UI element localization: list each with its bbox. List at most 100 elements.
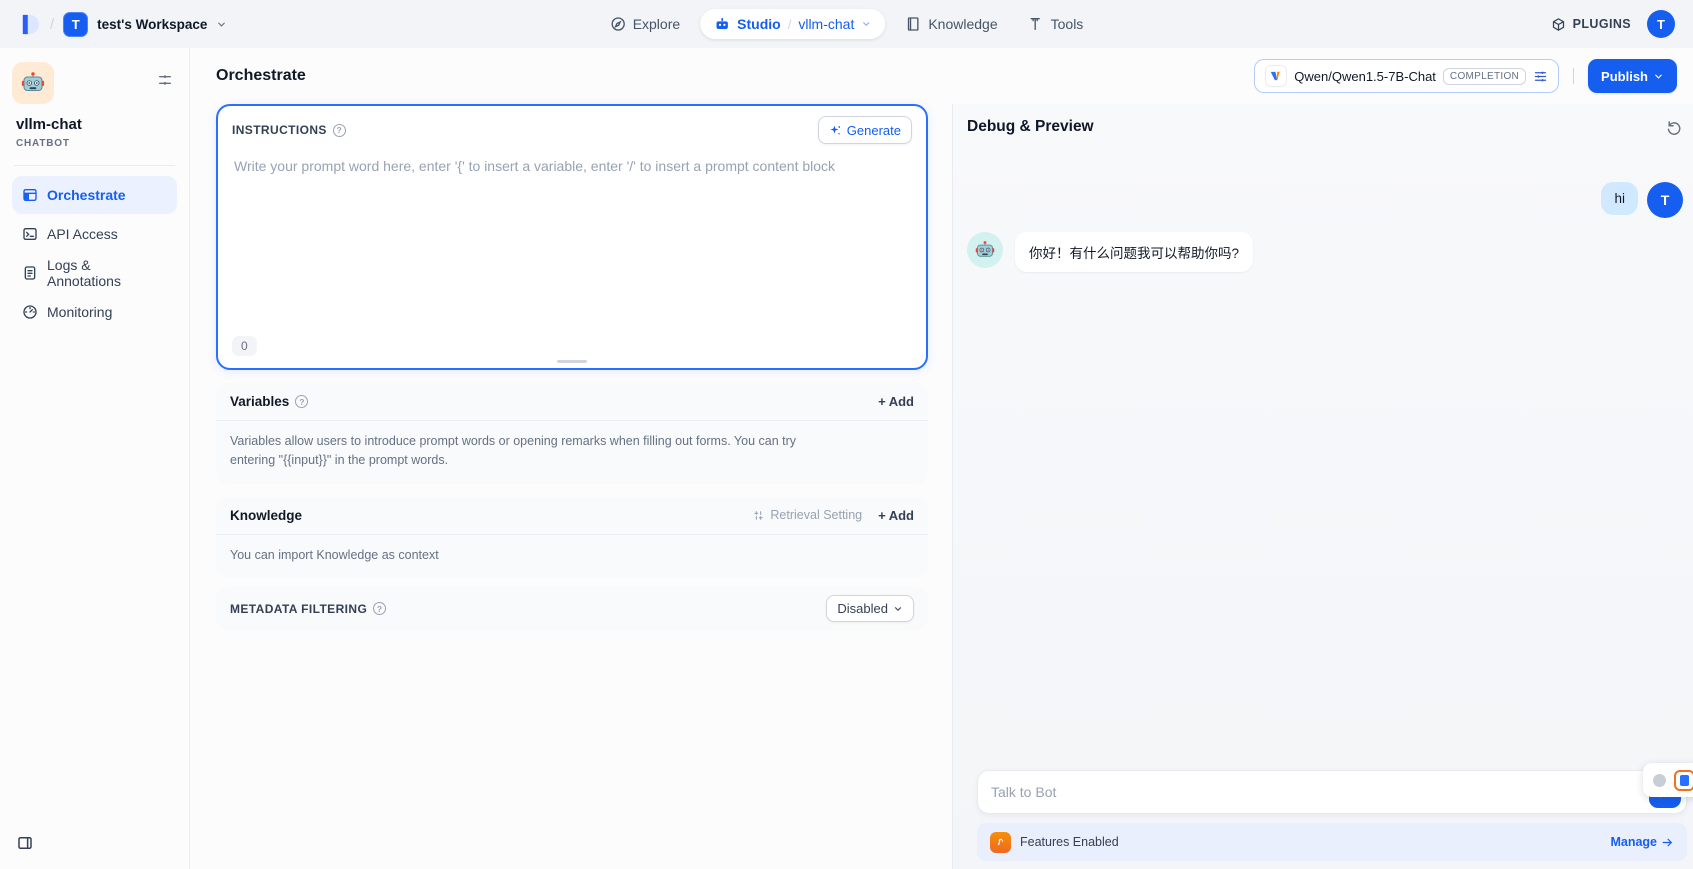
dify-logo[interactable]: [18, 13, 41, 36]
breadcrumb-separator: /: [50, 16, 54, 33]
help-icon[interactable]: [373, 602, 386, 615]
add-label: Add: [889, 394, 914, 409]
variables-title: Variables: [230, 394, 289, 409]
retrieval-setting-button[interactable]: Retrieval Setting: [752, 508, 862, 522]
chat-input[interactable]: [977, 770, 1687, 814]
model-mode-badge: COMPLETION: [1443, 68, 1526, 85]
knowledge-actions: Retrieval Setting + Add: [752, 508, 914, 523]
metadata-title-row: METADATA FILTERING: [230, 602, 386, 616]
main-nav: Explore Studio / vllm-chat Knowledge Too…: [600, 0, 1094, 48]
chat-footer: Features Enabled Manage: [953, 770, 1693, 869]
variables-header: Variables + Add: [216, 383, 928, 420]
model-config-icon[interactable]: [1533, 69, 1548, 84]
nav-studio-label: Studio: [737, 16, 781, 32]
topbar-left: / T test's Workspace: [18, 12, 227, 37]
variables-panel: Variables + Add Variables allow users to…: [216, 383, 928, 484]
chevron-down-icon[interactable]: [861, 19, 871, 29]
sidebar-item-monitoring[interactable]: Monitoring: [12, 293, 177, 331]
metadata-value: Disabled: [837, 601, 888, 616]
variables-title-row: Variables: [230, 394, 308, 409]
workspace-area: Orchestrate Qwen/Qwen1.5-7B-Chat COMPLET…: [190, 48, 1693, 869]
manage-features-link[interactable]: Manage: [1610, 835, 1674, 849]
plus-icon: +: [878, 508, 886, 523]
nav-explore-label: Explore: [633, 16, 680, 32]
app-settings-icon[interactable]: [157, 72, 173, 93]
chat-message-user: hi T: [967, 182, 1685, 218]
app-name: vllm-chat: [12, 116, 177, 133]
robot-emoji-icon: [21, 71, 45, 95]
publish-button[interactable]: Publish: [1588, 59, 1677, 93]
collapse-sidebar-icon[interactable]: [16, 834, 34, 857]
knowledge-panel: Knowledge Retrieval Setting + Add: [216, 497, 928, 578]
instructions-title: INSTRUCTIONS: [232, 123, 327, 137]
retrieval-setting-label: Retrieval Setting: [770, 508, 862, 522]
instructions-panel[interactable]: INSTRUCTIONS Generate Write your prompt …: [216, 104, 928, 370]
help-icon[interactable]: [333, 124, 346, 137]
nav-tools-label: Tools: [1051, 16, 1084, 32]
debug-header: Debug & Preview: [953, 104, 1693, 144]
sparkle-icon: [829, 124, 842, 137]
plus-icon: +: [878, 394, 886, 409]
features-bar: Features Enabled Manage: [977, 823, 1687, 861]
nav-knowledge[interactable]: Knowledge: [895, 8, 1007, 40]
nav-separator: /: [788, 17, 792, 32]
chevron-down-icon[interactable]: [216, 19, 227, 30]
sidebar-item-api-access[interactable]: API Access: [12, 215, 177, 253]
workspace-name[interactable]: test's Workspace: [97, 17, 207, 32]
sidebar-item-label: API Access: [47, 226, 118, 242]
sidebar-item-logs-annotations[interactable]: Logs & Annotations: [12, 254, 177, 292]
nav-current-app: vllm-chat: [798, 16, 854, 32]
vllm-logo-icon: [1265, 65, 1287, 87]
debug-title: Debug & Preview: [967, 118, 1094, 136]
header-actions: Qwen/Qwen1.5-7B-Chat COMPLETION Publish: [1254, 59, 1677, 93]
sidebar-item-orchestrate[interactable]: Orchestrate: [12, 176, 177, 214]
metadata-filtering-panel: METADATA FILTERING Disabled: [216, 587, 928, 630]
app-icon[interactable]: [12, 62, 54, 104]
topbar-right: PLUGINS T: [1551, 10, 1675, 38]
book-icon: [905, 16, 921, 32]
app-sidebar: vllm-chat CHATBOT Orchestrate API Access…: [0, 48, 190, 869]
knowledge-title: Knowledge: [230, 508, 302, 523]
add-variable-button[interactable]: + Add: [878, 394, 914, 409]
user-avatar[interactable]: T: [1647, 10, 1675, 38]
page-body: INSTRUCTIONS Generate Write your prompt …: [190, 104, 1693, 869]
hammer-icon: [1028, 16, 1044, 32]
plugins-label: PLUGINS: [1573, 17, 1631, 31]
bot-chat-avatar: [967, 232, 1003, 268]
restart-conversation-icon[interactable]: [1666, 119, 1683, 136]
nav-tools[interactable]: Tools: [1018, 8, 1094, 40]
variables-description: Variables allow users to introduce promp…: [216, 421, 856, 484]
add-knowledge-button[interactable]: + Add: [878, 508, 914, 523]
generate-label: Generate: [847, 123, 901, 138]
metadata-filtering-dropdown[interactable]: Disabled: [826, 595, 914, 622]
model-selector[interactable]: Qwen/Qwen1.5-7B-Chat COMPLETION: [1254, 59, 1559, 93]
nav-explore[interactable]: Explore: [600, 8, 690, 40]
features-icon: [990, 832, 1011, 853]
generate-button[interactable]: Generate: [818, 116, 912, 144]
prompt-editor[interactable]: Write your prompt word here, enter '{' t…: [218, 150, 926, 182]
instructions-title-row: INSTRUCTIONS: [232, 123, 346, 137]
instructions-header: INSTRUCTIONS Generate: [218, 106, 926, 150]
nav-studio-current[interactable]: Studio / vllm-chat: [700, 9, 885, 39]
floating-extension-widget[interactable]: [1643, 763, 1693, 797]
manage-label: Manage: [1610, 835, 1657, 849]
resize-handle[interactable]: [557, 360, 587, 363]
help-icon[interactable]: [295, 395, 308, 408]
arrow-right-icon: [1661, 836, 1674, 849]
orchestrate-icon: [22, 187, 38, 203]
terminal-icon: [22, 226, 38, 242]
workspace-avatar[interactable]: T: [63, 12, 88, 37]
debug-preview-panel: Debug & Preview hi T: [952, 104, 1693, 869]
page-title: Orchestrate: [216, 67, 306, 85]
widget-logo-icon: [1674, 770, 1693, 791]
nav-knowledge-label: Knowledge: [928, 16, 997, 32]
user-message-bubble: hi: [1601, 182, 1638, 215]
widget-dot-icon: [1653, 774, 1666, 787]
sidebar-item-label: Logs & Annotations: [47, 257, 167, 289]
model-name: Qwen/Qwen1.5-7B-Chat: [1294, 69, 1436, 84]
char-count-badge: 0: [232, 336, 257, 356]
top-bar: / T test's Workspace Explore Studio / vl…: [0, 0, 1693, 48]
plugins-button[interactable]: PLUGINS: [1551, 17, 1631, 32]
metadata-row: METADATA FILTERING Disabled: [216, 587, 928, 630]
page-header: Orchestrate Qwen/Qwen1.5-7B-Chat COMPLET…: [190, 48, 1693, 104]
